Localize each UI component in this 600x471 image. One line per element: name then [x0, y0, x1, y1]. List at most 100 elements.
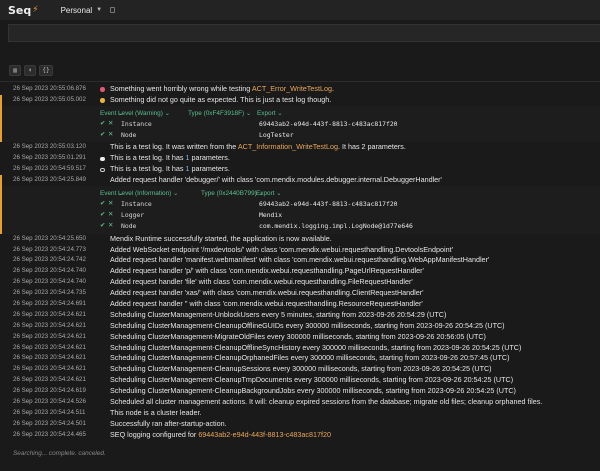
event-message: SEQ logging configured for 69443ab2-e94d…: [110, 429, 331, 439]
event-row[interactable]: 26 Sep 2023 20:54:24.621 Scheduling Clust…: [0, 364, 600, 375]
timestamp: 26 Sep 2023 20:54:24.465: [13, 430, 86, 438]
event-list: 26 Sep 2023 20:55:06.876 Something went h…: [0, 84, 600, 441]
detail-tabs: Event ⌄ Level (Information) ⌄ Type (0x2440…: [0, 188, 600, 199]
tab-export[interactable]: Export ⌄: [256, 188, 282, 199]
event-row[interactable]: 26 Sep 2023 20:54:24.465 SEQ logging conf…: [0, 430, 600, 441]
property-name: Instance: [121, 119, 152, 128]
tab-level[interactable]: Level (Information) ⌄: [118, 188, 178, 199]
event-row[interactable]: 26 Sep 2023 20:54:24.621 Scheduling Clust…: [0, 353, 600, 364]
property-name: Node: [121, 221, 137, 230]
tab-type[interactable]: Type (0x2440B799) ⌄: [201, 188, 264, 199]
timestamp: 26 Sep 2023 20:54:24.621: [13, 343, 86, 351]
tab-export[interactable]: Export ⌄: [257, 108, 283, 119]
check-icon[interactable]: ✔: [100, 210, 105, 221]
timestamp: 26 Sep 2023 20:54:25.849: [13, 176, 86, 184]
event-message: Added request handler 'manifest.webmanif…: [110, 255, 490, 265]
top-bar: Seq ⚡ Personal ▼: [0, 0, 600, 20]
timestamp: 26 Sep 2023 20:54:24.773: [13, 245, 86, 253]
event-row[interactable]: 26 Sep 2023 20:55:05.002 Something did no…: [0, 94, 600, 106]
event-message: This node is a cluster leader.: [110, 407, 202, 417]
event-message: This is a test log. It has 1 parameters.: [110, 153, 230, 163]
timestamp: 26 Sep 2023 20:54:24.621: [13, 310, 86, 318]
event-message: Added request handler 'debugger/' with c…: [110, 175, 442, 185]
event-row[interactable]: 26 Sep 2023 20:54:24.621 Scheduling Clust…: [0, 343, 600, 354]
property-row: ✔ ✕ Logger Mendix: [0, 210, 600, 221]
seq-logo[interactable]: Seq ⚡: [8, 4, 39, 17]
message-property: ACT_Information_WriteTestLog: [237, 142, 338, 152]
event-message: This is a test log. It was written from …: [110, 142, 406, 152]
exclude-icon[interactable]: ✕: [108, 130, 113, 141]
event-row[interactable]: 26 Sep 2023 20:54:24.735 Added request ha…: [0, 288, 600, 299]
timestamp: 26 Sep 2023 20:54:24.742: [13, 256, 86, 264]
event-row[interactable]: 26 Sep 2023 20:54:25.849 Added request ha…: [0, 175, 600, 187]
event-message: Scheduling ClusterManagement-CleanupOffl…: [110, 342, 522, 352]
exclude-icon[interactable]: ✕: [108, 210, 113, 221]
event-row[interactable]: 26 Sep 2023 20:54:24.691 Added request ha…: [0, 299, 600, 310]
property-value: 69443ab2-e94d-443f-8813-c483ac817f20: [259, 200, 398, 209]
selection-bar: [0, 105, 2, 143]
event-row[interactable]: 26 Sep 2023 20:54:24.511 This node is a c…: [0, 408, 600, 419]
event-row[interactable]: 26 Sep 2023 20:54:59.517 This is a test l…: [0, 164, 600, 175]
debug-level-icon: [100, 156, 105, 162]
flame-icon: ⚡: [32, 5, 39, 15]
event-message: Scheduling ClusterManagement-MigrateOldF…: [110, 331, 486, 341]
error-level-icon: [100, 87, 105, 92]
tab-level[interactable]: Level (Warning) ⌄: [118, 108, 170, 119]
timestamp: 26 Sep 2023 20:54:24.740: [13, 267, 86, 275]
event-row[interactable]: 26 Sep 2023 20:54:24.740 Added request ha…: [0, 277, 600, 288]
timestamp: 26 Sep 2023 20:55:03.120: [13, 143, 86, 151]
exclude-icon[interactable]: ✕: [108, 221, 113, 232]
exclude-icon[interactable]: ✕: [108, 199, 113, 210]
event-row[interactable]: 26 Sep 2023 20:54:24.526 Scheduled all cl…: [0, 397, 600, 408]
event-message: Scheduling ClusterManagement-UnblockUser…: [110, 309, 447, 319]
event-row[interactable]: 26 Sep 2023 20:55:03.120 This is a test l…: [0, 142, 600, 153]
tab-type[interactable]: Type (0xF4F3918F) ⌄: [188, 108, 251, 119]
timestamp: 26 Sep 2023 20:54:24.691: [13, 299, 86, 307]
timestamp: 26 Sep 2023 20:54:24.621: [13, 321, 86, 329]
check-icon[interactable]: ✔: [100, 199, 105, 210]
timestamp: 26 Sep 2023 20:54:24.501: [13, 419, 86, 427]
timestamp: 26 Sep 2023 20:54:59.517: [13, 165, 86, 173]
event-row[interactable]: 26 Sep 2023 20:55:06.876 Something went h…: [0, 84, 600, 95]
event-row[interactable]: 26 Sep 2023 20:54:24.501 Successfully ran…: [0, 419, 600, 430]
event-message: Successfully ran after-startup-action.: [110, 418, 227, 428]
timestamp: 26 Sep 2023 20:55:05.002: [13, 95, 86, 103]
json-icon[interactable]: {}: [39, 65, 53, 76]
check-icon[interactable]: ✔: [100, 130, 105, 141]
warning-level-icon: [100, 98, 105, 103]
event-message: Scheduled all cluster management actions…: [110, 396, 543, 406]
event-message: Scheduling ClusterManagement-CleanupOffl…: [110, 320, 505, 330]
timestamp: 26 Sep 2023 20:54:24.511: [13, 408, 86, 416]
event-message: This is a test log. It has 1 parameters.: [110, 164, 230, 174]
selection-bar: [0, 94, 2, 106]
timestamp: 26 Sep 2023 20:54:24.740: [13, 278, 86, 286]
search-input[interactable]: [8, 24, 600, 42]
event-row[interactable]: 26 Sep 2023 20:54:25.650 Mendix Runtime s…: [0, 234, 600, 245]
property-name: Instance: [121, 200, 152, 209]
pin-icon[interactable]: ⬍: [24, 65, 36, 76]
event-message: Scheduling ClusterManagement-CleanupTmpD…: [110, 375, 514, 385]
event-message: Added request handler 'p/' with class 'c…: [110, 266, 424, 276]
event-row[interactable]: 26 Sep 2023 20:54:24.619 Scheduling Clust…: [0, 386, 600, 397]
property-value: 69443ab2-e94d-443f-8813-c483ac817f20: [259, 119, 398, 128]
event-row[interactable]: 26 Sep 2023 20:54:24.742 Added request ha…: [0, 255, 600, 266]
event-row[interactable]: 26 Sep 2023 20:54:24.740 Added request ha…: [0, 266, 600, 277]
event-message: Added request handler 'file' with class …: [110, 277, 413, 287]
bookmark-icon[interactable]: [110, 7, 116, 13]
property-name: Logger: [121, 210, 145, 219]
event-row[interactable]: 26 Sep 2023 20:55:01.291 This is a test l…: [0, 153, 600, 164]
check-icon[interactable]: ✔: [100, 221, 105, 232]
event-message: Added request handler 'xas/' with class …: [110, 288, 424, 298]
result-toolbar: ▥ ⬍ {}: [9, 65, 53, 76]
chart-icon[interactable]: ▥: [9, 65, 21, 76]
event-row[interactable]: 26 Sep 2023 20:54:24.621 Scheduling Clust…: [0, 321, 600, 332]
event-row[interactable]: 26 Sep 2023 20:54:24.621 Scheduling Clust…: [0, 332, 600, 343]
event-row[interactable]: 26 Sep 2023 20:54:24.773 Added WebSocket …: [0, 245, 600, 256]
exclude-icon[interactable]: ✕: [108, 119, 113, 130]
selection-bar: [0, 175, 2, 187]
event-row[interactable]: 26 Sep 2023 20:54:24.621 Scheduling Clust…: [0, 375, 600, 386]
workspace-selector[interactable]: Personal ▼: [61, 6, 116, 15]
check-icon[interactable]: ✔: [100, 119, 105, 130]
message-property: 69443ab2-e94d-443f-8813-c483ac817f20: [198, 429, 331, 439]
event-row[interactable]: 26 Sep 2023 20:54:24.621 Scheduling Clust…: [0, 310, 600, 321]
